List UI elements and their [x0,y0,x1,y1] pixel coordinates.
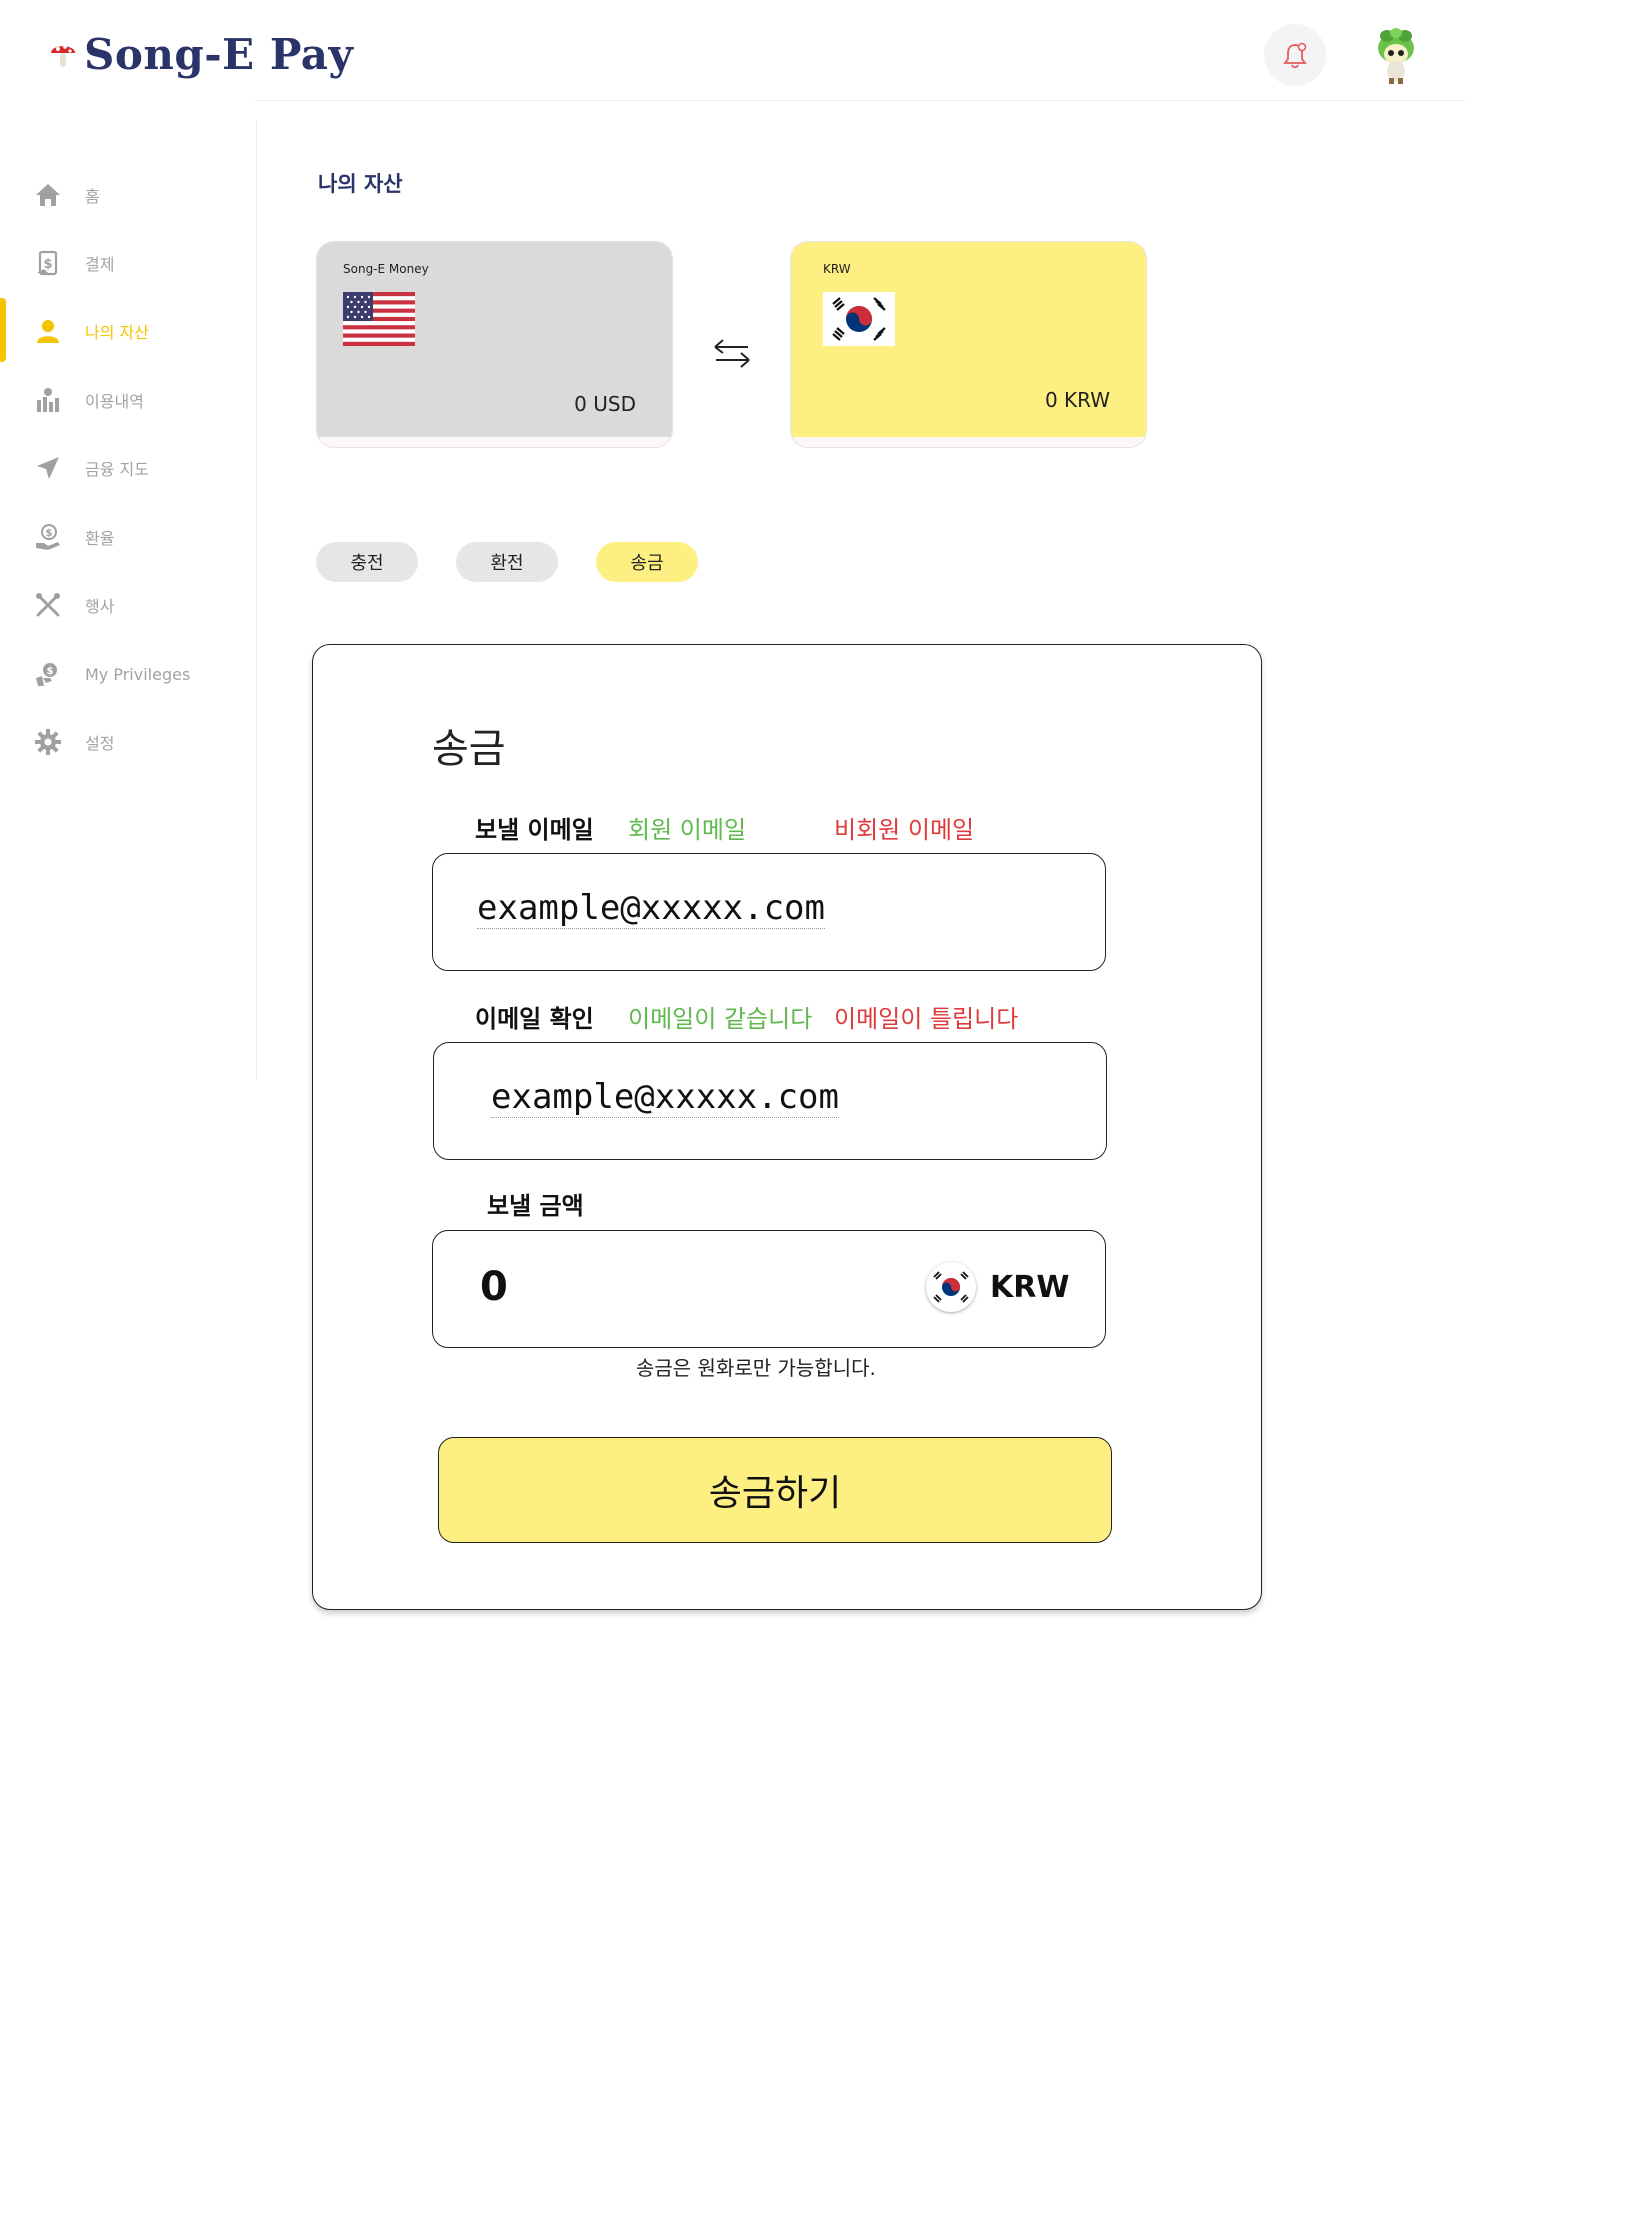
app-name: Song-E Pay [84,30,354,79]
sidebar-item-label: 행사 [85,597,115,616]
us-flag-icon [343,292,415,346]
card-label: Song-E Money [343,262,429,276]
tab-exchange[interactable]: 환전 [456,542,558,582]
sidebar-item-label: 설정 [85,734,115,753]
usd-wallet-card[interactable]: Song-E Money 0 USD [316,241,673,448]
notification-button[interactable] [1264,24,1326,86]
amount-label: 보낼 금액 [487,1192,584,1220]
card-footer [791,437,1146,447]
exchange-rate-icon: $ [34,523,62,551]
form-title: 송금 [432,726,506,772]
recipient-email-label: 보낼 이메일 [475,816,594,844]
sidebar-item-my-assets[interactable]: 나의 자산 [0,301,255,361]
mushroom-icon [51,44,75,67]
app-logo[interactable]: Song-E Pay [50,30,353,79]
character-avatar-icon [1378,28,1414,84]
korea-flag-icon [929,1265,973,1309]
email-mismatch-status: 이메일이 틀립니다 [834,1005,1019,1033]
confirm-email-field[interactable]: example@xxxxx.com [433,1042,1107,1160]
sidebar-item-label: 홈 [85,187,100,206]
sidebar-item-payment[interactable]: $ 결제 [0,233,255,293]
amount-value: 0 [480,1264,508,1310]
swap-icon[interactable] [712,336,752,374]
home-icon [34,181,62,209]
send-money-button[interactable]: 송금하기 [438,1437,1112,1543]
tab-charge[interactable]: 충전 [316,542,418,582]
tab-transfer[interactable]: 송금 [596,542,698,582]
transfer-note: 송금은 원화로만 가능합니다. [636,1356,876,1380]
history-icon [34,386,62,414]
korea-flag-icon [823,292,895,346]
sidebar-item-history[interactable]: 이용내역 [0,370,255,430]
currency-code: KRW [990,1270,1070,1305]
email-match-status: 이메일이 같습니다 [628,1005,813,1033]
recipient-email-field[interactable]: example@xxxxx.com [432,853,1106,971]
recipient-email-value: example@xxxxx.com [477,888,825,929]
svg-text:$: $ [46,528,53,539]
svg-text:$: $ [47,666,54,677]
sidebar-item-events[interactable]: 행사 [0,575,255,635]
navigation-icon [34,454,62,482]
sidebar-item-label: 금융 지도 [85,460,149,479]
sidebar-divider [256,120,257,1080]
svg-text:$: $ [43,257,52,272]
sidebar-item-label: 나의 자산 [85,323,149,342]
card-footer [317,437,672,447]
krw-wallet-card[interactable]: KRW 0 KRW [790,241,1147,448]
avatar[interactable] [1365,24,1427,86]
sidebar-item-label: My Privileges [85,664,191,684]
sidebar-item-label: 환율 [85,529,115,548]
sidebar-item-finance-map[interactable]: 금융 지도 [0,438,255,498]
sidebar-item-home[interactable]: 홈 [0,165,255,225]
payment-icon: $ [34,249,62,277]
event-icon [34,591,62,619]
card-label: KRW [823,262,851,276]
non-member-email-status: 비회원 이메일 [834,816,975,844]
sidebar-item-my-privileges[interactable]: $ My Privileges [0,644,255,704]
usd-balance: 0 USD [574,392,636,416]
sidebar-item-label: 이용내역 [85,392,144,411]
confirm-email-label: 이메일 확인 [475,1005,594,1033]
sidebar-item-settings[interactable]: 설정 [0,712,255,772]
gear-icon [34,728,62,756]
sidebar-item-exchange-rate[interactable]: $ 환율 [0,507,255,567]
privileges-icon: $ [34,660,62,688]
sidebar-item-label: 결제 [85,255,115,274]
currency-flag [926,1262,976,1312]
member-email-status: 회원 이메일 [628,816,747,844]
user-icon [34,317,62,345]
page-title: 나의 자산 [318,172,403,196]
header-divider [255,100,1465,101]
bell-icon [1283,42,1307,69]
confirm-email-value: example@xxxxx.com [491,1077,839,1118]
krw-balance: 0 KRW [1044,388,1110,412]
